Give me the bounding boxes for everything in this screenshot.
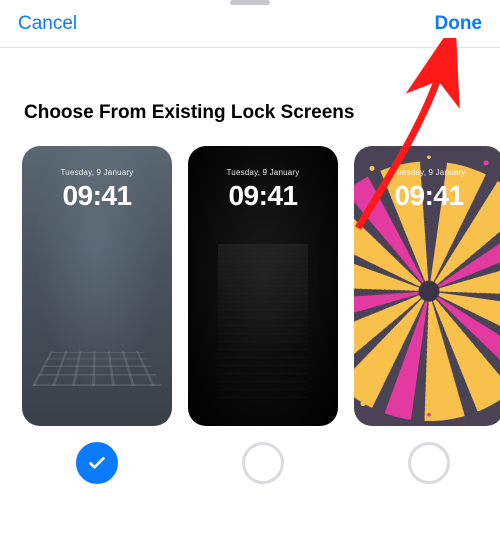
- lock-screen-thumbnail[interactable]: Tuesday, 9 January 09:41: [354, 146, 500, 426]
- lock-screen-time: 09:41: [188, 180, 338, 212]
- section-title: Choose From Existing Lock Screens: [0, 48, 500, 146]
- done-button[interactable]: Done: [435, 13, 483, 35]
- lock-screen-date: Tuesday, 9 January: [354, 168, 500, 177]
- lock-screen-thumbnail[interactable]: Tuesday, 9 January 09:41: [188, 146, 338, 426]
- selection-radio[interactable]: [242, 442, 284, 484]
- lock-screen-thumbnails: Tuesday, 9 January 09:41 Tuesday, 9 Janu…: [0, 146, 500, 426]
- lock-screen-date: Tuesday, 9 January: [22, 168, 172, 177]
- checkmark-icon: [86, 452, 108, 474]
- lock-screen-thumbnail[interactable]: Tuesday, 9 January 09:41: [22, 146, 172, 426]
- lock-screen-time: 09:41: [354, 180, 500, 212]
- lock-screen-picker-sheet: Cancel Done Choose From Existing Lock Sc…: [0, 0, 500, 541]
- selection-radio[interactable]: [76, 442, 118, 484]
- nav-bar: Cancel Done: [0, 0, 500, 48]
- lock-screen-time: 09:41: [22, 180, 172, 212]
- selection-radio[interactable]: [408, 442, 450, 484]
- selection-indicators: [0, 426, 500, 484]
- cancel-button[interactable]: Cancel: [18, 13, 77, 35]
- sheet-grabber[interactable]: [230, 0, 270, 5]
- lock-screen-date: Tuesday, 9 January: [188, 168, 338, 177]
